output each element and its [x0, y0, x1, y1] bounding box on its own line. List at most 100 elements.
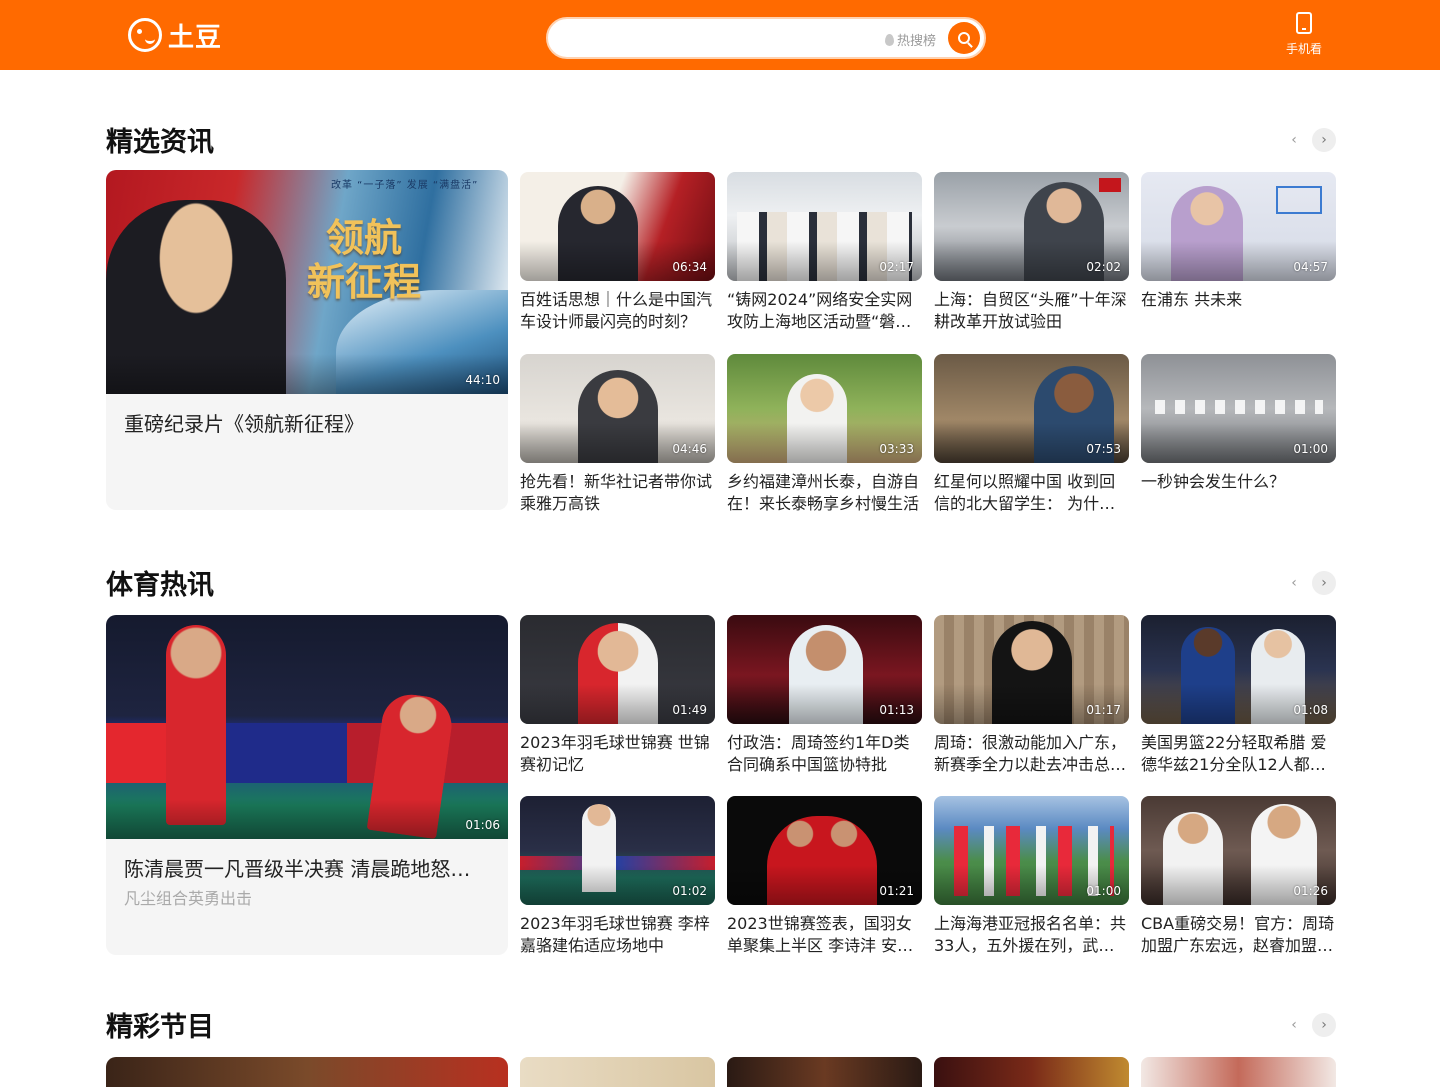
video-title[interactable]: 在浦东 共未来 [1141, 289, 1336, 333]
video-duration: 06:34 [672, 260, 707, 274]
search-input[interactable] [566, 27, 866, 49]
search-button[interactable] [948, 22, 980, 54]
section-title: 精选资讯 [106, 127, 214, 158]
video-duration: 01:06 [465, 818, 500, 832]
video-title[interactable]: 2023世锦赛签表，国羽女单聚集上半区 李诗沣 安… [727, 913, 922, 957]
hot-search-label: 热搜榜 [896, 34, 936, 49]
featured-title[interactable]: 陈清晨贾一凡晋级半决赛 清晨跪地怒… [124, 853, 484, 882]
hot-search-link[interactable]: 热搜榜 [884, 30, 936, 49]
video-thumbnail: 01:02 [520, 796, 715, 905]
video-duration: 04:57 [1293, 260, 1328, 274]
mobile-watch-label: 手机看 [1285, 42, 1322, 56]
video-card[interactable]: 07:53 红星何以照耀中国 收到回信的北大留学生： 为什… [934, 354, 1129, 515]
video-title[interactable]: 付政浩：周琦签约1年D类合同确系中国篮协特批 [727, 732, 922, 776]
video-thumbnail: 03:33 [727, 354, 922, 463]
chevron-right-icon[interactable]: › [1312, 1013, 1336, 1037]
chevron-right-icon[interactable]: › [1312, 571, 1336, 595]
video-duration: 07:53 [1086, 442, 1121, 456]
featured-subtitle: 凡尘组合英勇出击 [124, 889, 253, 908]
overlay-title: 领航 新征程 [306, 216, 421, 304]
chevron-right-icon[interactable]: › [1312, 128, 1336, 152]
video-title[interactable]: 周琦：很激动能加入广东，新赛季全力以赴去冲击总… [934, 732, 1129, 776]
chevron-left-icon[interactable]: ‹ [1282, 571, 1306, 595]
video-thumbnail: 07:53 [934, 354, 1129, 463]
video-title[interactable]: 抢先看！新华社记者带你试乘雅万高铁 [520, 471, 715, 515]
flame-icon [884, 33, 894, 46]
section-featured-news: 精选资讯 ‹ › 改革 “一子落” 发展 “满盘活” 领航 新征程 44:10 … [106, 120, 1336, 520]
video-card[interactable]: 01:00 上海海港亚冠报名名单：共33人，五外援在列，武磊… [934, 796, 1129, 957]
video-card[interactable]: 01:21 2023世锦赛签表，国羽女单聚集上半区 李诗沣 安… [727, 796, 922, 957]
video-card[interactable] [1141, 1057, 1336, 1087]
video-card[interactable]: 03:33 乡约福建漳州长泰，自游自在！来长泰畅享乡村慢生活 [727, 354, 922, 515]
featured-video-card[interactable]: 改革 “一子落” 发展 “满盘活” 领航 新征程 44:10 重磅纪录片《领航新… [106, 170, 508, 510]
section-programs: 精彩节目 ‹ › [106, 1005, 1336, 1087]
search-box: 热搜榜 [546, 17, 986, 59]
video-thumbnail: 01:21 [727, 796, 922, 905]
video-duration: 01:13 [879, 703, 914, 717]
chevron-left-icon[interactable]: ‹ [1282, 128, 1306, 152]
video-card[interactable]: 02:02 上海：自贸区“头雁”十年深耕改革开放试验田 [934, 172, 1129, 333]
video-card[interactable]: 01:26 CBA重磅交易！官方：周琦加盟广东宏远，赵睿加盟… [1141, 796, 1336, 957]
video-title[interactable]: 上海：自贸区“头雁”十年深耕改革开放试验田 [934, 289, 1129, 333]
tudou-logo-icon [128, 18, 162, 52]
video-thumbnail: 01:17 [934, 615, 1129, 724]
video-thumbnail: ​ 04:57 [1141, 172, 1336, 281]
video-title[interactable]: 乡约福建漳州长泰，自游自在！来长泰畅享乡村慢生活 [727, 471, 922, 515]
video-thumbnail: 02:02 [934, 172, 1129, 281]
overlay-slogan: 改革 “一子落” 发展 “满盘活” [331, 180, 479, 191]
chevron-left-icon[interactable]: ‹ [1282, 1013, 1306, 1037]
logo-text: 土豆 [168, 22, 223, 53]
section-title: 体育热讯 [106, 570, 214, 601]
carousel-arrows: ‹ › [1282, 128, 1336, 152]
video-title[interactable]: “铸网2024”网络安全实网攻防上海地区活动暨“磐石… [727, 289, 922, 333]
featured-thumbnail: 01:06 [106, 615, 508, 839]
video-thumbnail: 01:00 [934, 796, 1129, 905]
video-duration: 03:33 [879, 442, 914, 456]
video-card[interactable]: 01:02 2023年羽毛球世锦赛 李梓嘉骆建佑适应场地中 [520, 796, 715, 957]
video-title[interactable]: CBA重磅交易！官方：周琦加盟广东宏远，赵睿加盟… [1141, 913, 1336, 957]
video-card[interactable]: 04:46 抢先看！新华社记者带你试乘雅万高铁 [520, 354, 715, 515]
video-title[interactable]: 2023年羽毛球世锦赛 李梓嘉骆建佑适应场地中 [520, 913, 715, 957]
video-card[interactable] [934, 1057, 1129, 1087]
video-duration: 01:26 [1293, 884, 1328, 898]
video-card[interactable]: 01:17 周琦：很激动能加入广东，新赛季全力以赴去冲击总… [934, 615, 1129, 776]
video-card[interactable]: 01:00 一秒钟会发生什么？ [1141, 354, 1336, 515]
video-thumbnail: 01:00 [1141, 354, 1336, 463]
video-title[interactable]: 美国男篮22分轻取希腊 爱德华兹21分全队12人都… [1141, 732, 1336, 776]
video-title[interactable]: 2023年羽毛球世锦赛 世锦赛初记忆 [520, 732, 715, 776]
video-title[interactable]: 红星何以照耀中国 收到回信的北大留学生： 为什… [934, 471, 1129, 515]
video-card[interactable]: 01:13 付政浩：周琦签约1年D类合同确系中国篮协特批 [727, 615, 922, 776]
video-title[interactable]: 一秒钟会发生什么？ [1141, 471, 1336, 515]
site-logo[interactable]: 土豆 [128, 17, 222, 53]
search-icon [958, 32, 970, 44]
video-duration: 01:49 [672, 703, 707, 717]
featured-thumbnail: 改革 “一子落” 发展 “满盘活” 领航 新征程 44:10 [106, 170, 508, 394]
video-card[interactable]: 02:17 “铸网2024”网络安全实网攻防上海地区活动暨“磐石… [727, 172, 922, 333]
video-card[interactable]: 01:08 美国男篮22分轻取希腊 爱德华兹21分全队12人都… [1141, 615, 1336, 776]
carousel-arrows: ‹ › [1282, 571, 1336, 595]
carousel-arrows: ‹ › [1282, 1013, 1336, 1037]
featured-video-card[interactable] [106, 1057, 508, 1087]
video-duration: 02:17 [879, 260, 914, 274]
video-card[interactable]: 06:34 百姓话思想｜什么是中国汽车设计师最闪亮的时刻？ [520, 172, 715, 333]
section-sports-news: 体育热讯 ‹ › 01:06 陈清晨贾一凡晋级半决赛 清晨跪地怒… 凡尘组合英勇… [106, 563, 1336, 963]
video-thumbnail: 01:13 [727, 615, 922, 724]
featured-title[interactable]: 重磅纪录片《领航新征程》 [124, 408, 484, 437]
video-duration: 01:17 [1086, 703, 1121, 717]
video-thumbnail: 04:46 [520, 354, 715, 463]
video-card[interactable]: 01:49 2023年羽毛球世锦赛 世锦赛初记忆 [520, 615, 715, 776]
mobile-watch-button[interactable]: 手机看 [1284, 12, 1324, 57]
video-title[interactable]: 上海海港亚冠报名名单：共33人，五外援在列，武磊… [934, 913, 1129, 957]
video-card[interactable] [727, 1057, 922, 1087]
video-thumbnail: 02:17 [727, 172, 922, 281]
phone-icon [1296, 12, 1312, 34]
video-thumbnail: 01:49 [520, 615, 715, 724]
video-title[interactable]: 百姓话思想｜什么是中国汽车设计师最闪亮的时刻？ [520, 289, 715, 333]
video-card[interactable]: ​ 04:57 在浦东 共未来 [1141, 172, 1336, 333]
video-thumbnail: 01:08 [1141, 615, 1336, 724]
video-thumbnail: 06:34 [520, 172, 715, 281]
video-duration: 02:02 [1086, 260, 1121, 274]
video-duration: 01:21 [879, 884, 914, 898]
featured-video-card[interactable]: 01:06 陈清晨贾一凡晋级半决赛 清晨跪地怒… 凡尘组合英勇出击 [106, 615, 508, 955]
video-card[interactable] [520, 1057, 715, 1087]
